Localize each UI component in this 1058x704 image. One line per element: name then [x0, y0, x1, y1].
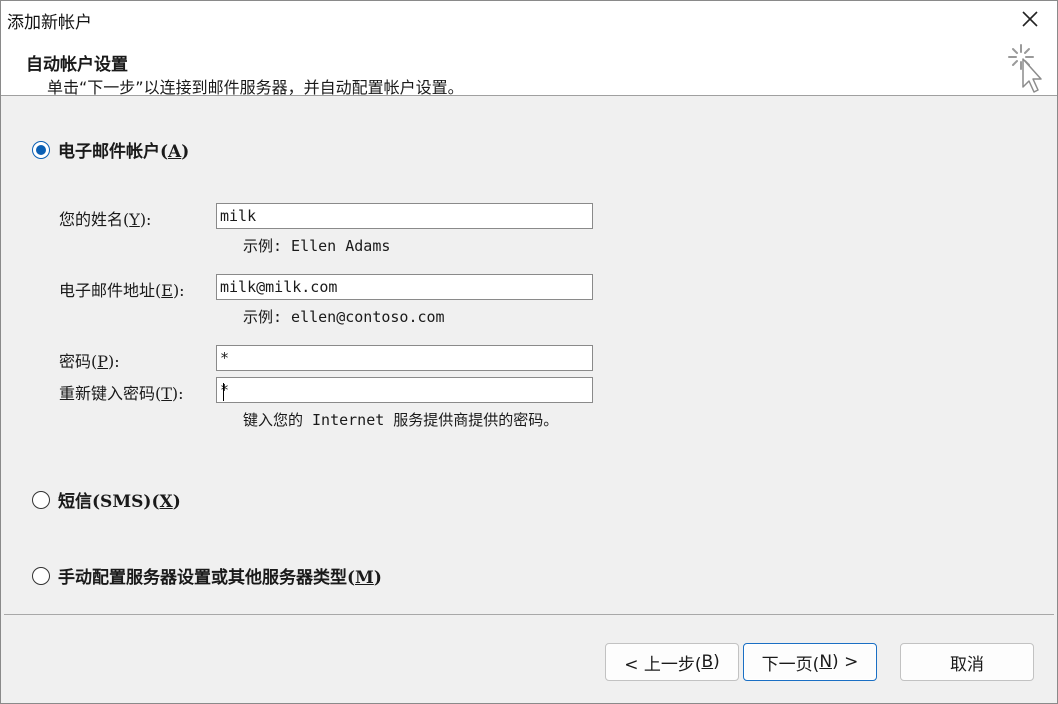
sms-radio[interactable] — [32, 490, 50, 509]
email-account-radio[interactable] — [32, 140, 50, 159]
back-button[interactable]: < 上一步(B) — [605, 643, 739, 681]
manual-setup-radio[interactable] — [32, 566, 50, 585]
name-hint: 示例: Ellen Adams — [243, 237, 391, 255]
add-account-dialog: 添加新帐户 自动帐户设置 单击“下一步”以连接到邮件服务器，并自动配置帐户设置。 — [0, 0, 1058, 704]
name-label: 您的姓名(Y): — [59, 210, 152, 229]
page-subtitle: 单击“下一步”以连接到邮件服务器，并自动配置帐户设置。 — [47, 78, 464, 97]
text-caret — [223, 383, 224, 401]
retype-password-label: 重新键入密码(T): — [59, 384, 184, 403]
sms-option[interactable]: 短信(SMS)(X) — [32, 487, 181, 512]
wizard-header: 自动帐户设置 单击“下一步”以连接到邮件服务器，并自动配置帐户设置。 — [1, 37, 1057, 97]
email-hint: 示例: ellen@contoso.com — [243, 308, 445, 326]
name-input[interactable] — [216, 203, 593, 229]
email-account-option[interactable]: 电子邮件帐户(A) — [32, 137, 189, 162]
close-button[interactable] — [1003, 1, 1057, 37]
footer-divider — [4, 614, 1054, 615]
email-account-label: 电子邮件帐户(A) — [58, 142, 190, 162]
password-label: 密码(P): — [59, 352, 120, 371]
title-bar: 添加新帐户 — [1, 1, 1057, 37]
next-button[interactable]: 下一页(N) > — [743, 643, 877, 681]
cursor-sparkle-icon — [1008, 44, 1042, 93]
page-title: 自动帐户设置 — [26, 55, 128, 75]
password-input[interactable] — [216, 345, 593, 371]
email-label: 电子邮件地址(E): — [59, 281, 185, 300]
window-title: 添加新帐户 — [7, 13, 92, 33]
sms-label: 短信(SMS)(X) — [58, 492, 181, 512]
email-input[interactable] — [216, 274, 593, 300]
cancel-button[interactable]: 取消 — [900, 643, 1034, 681]
password-hint: 键入您的 Internet 服务提供商提供的密码。 — [243, 411, 559, 429]
close-icon — [1022, 11, 1038, 27]
retype-password-input[interactable] — [216, 377, 593, 403]
manual-setup-option[interactable]: 手动配置服务器设置或其他服务器类型(M) — [32, 563, 382, 588]
manual-setup-label: 手动配置服务器设置或其他服务器类型(M) — [58, 568, 382, 588]
